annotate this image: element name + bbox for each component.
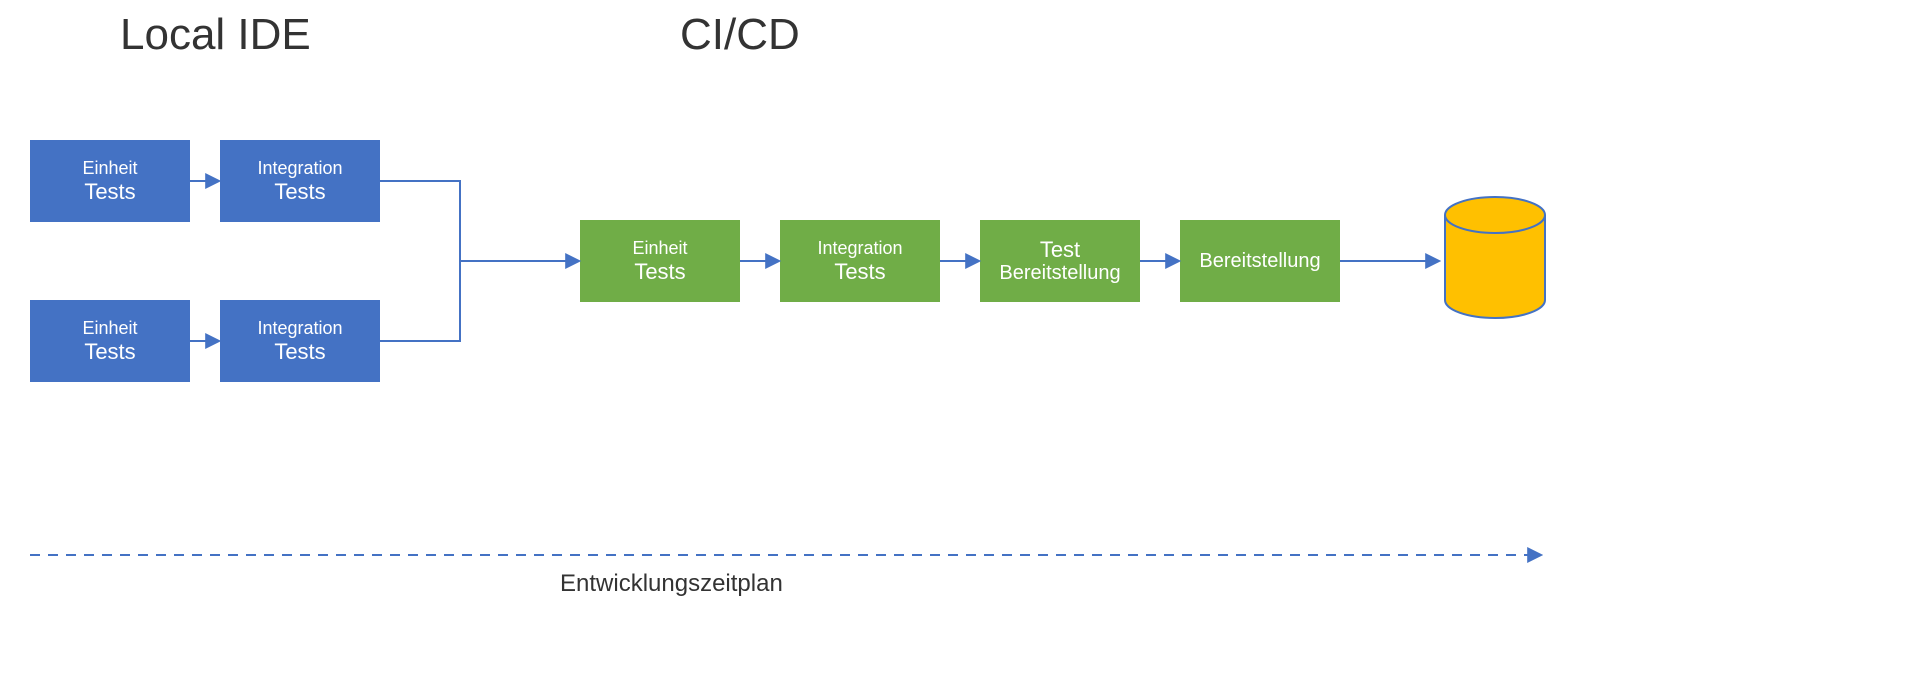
box-local-int-2: Integration Tests bbox=[220, 300, 380, 382]
box-cicd-dep: Bereitstellung bbox=[1180, 220, 1340, 302]
box-local-unit-2-line1: Einheit bbox=[82, 318, 137, 339]
box-cicd-test-dep-line2: Bereitstellung bbox=[999, 262, 1120, 285]
box-local-int-1: Integration Tests bbox=[220, 140, 380, 222]
heading-cicd: CI/CD bbox=[680, 10, 800, 60]
box-local-unit-1-line1: Einheit bbox=[82, 158, 137, 179]
connector-merge bbox=[380, 181, 578, 341]
box-cicd-int-line2: Tests bbox=[834, 259, 885, 284]
box-local-unit-1-line2: Tests bbox=[84, 179, 135, 204]
box-cicd-unit-line1: Einheit bbox=[632, 238, 687, 259]
box-local-int-2-line1: Integration bbox=[257, 318, 342, 339]
box-local-int-1-line1: Integration bbox=[257, 158, 342, 179]
box-cicd-unit: Einheit Tests bbox=[580, 220, 740, 302]
heading-local-ide: Local IDE bbox=[120, 10, 311, 60]
box-cicd-int-line1: Integration bbox=[817, 238, 902, 259]
database-icon bbox=[1445, 197, 1545, 318]
box-local-int-1-line2: Tests bbox=[274, 179, 325, 204]
box-cicd-unit-line2: Tests bbox=[634, 259, 685, 284]
timeline-label: Entwicklungszeitplan bbox=[560, 570, 783, 598]
box-cicd-test-dep-line1: Test bbox=[1040, 237, 1080, 262]
box-cicd-dep-line2: Bereitstellung bbox=[1199, 250, 1320, 273]
box-local-unit-2-line2: Tests bbox=[84, 339, 135, 364]
box-cicd-test-dep: Test Bereitstellung bbox=[980, 220, 1140, 302]
box-local-int-2-line2: Tests bbox=[274, 339, 325, 364]
box-local-unit-2: Einheit Tests bbox=[30, 300, 190, 382]
diagram-canvas: Local IDE CI/CD Einheit Tests Integratio… bbox=[0, 0, 1913, 673]
box-local-unit-1: Einheit Tests bbox=[30, 140, 190, 222]
box-cicd-int: Integration Tests bbox=[780, 220, 940, 302]
